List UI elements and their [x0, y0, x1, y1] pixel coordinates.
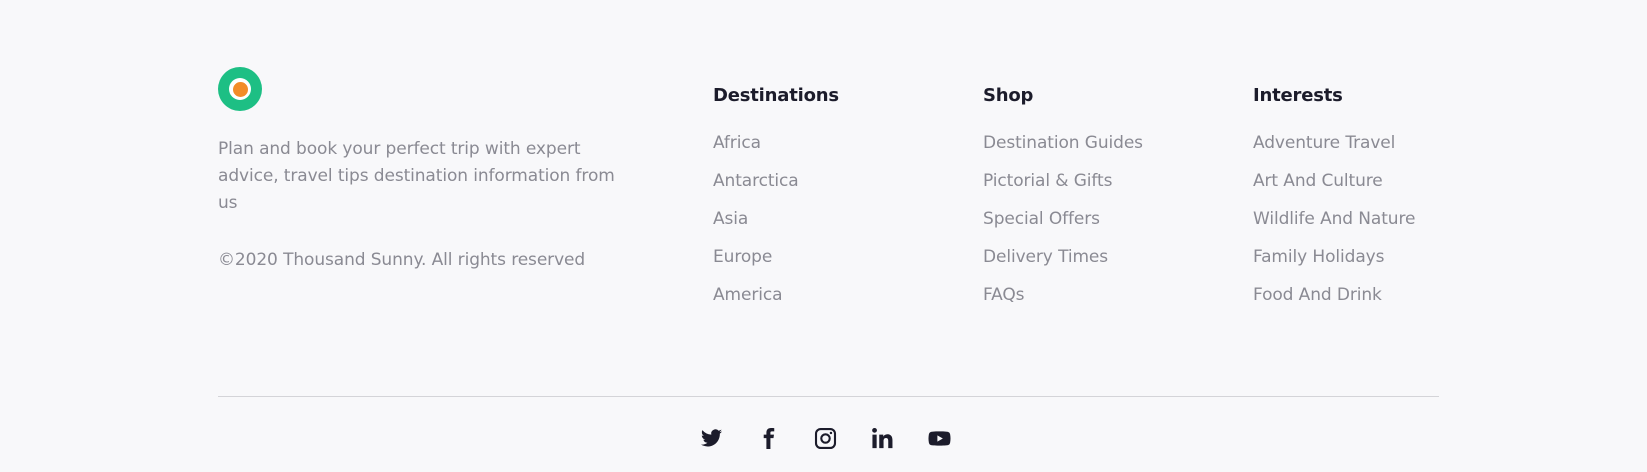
- shop-link-list: Destination Guides Pictorial & Gifts Spe…: [983, 131, 1143, 321]
- youtube-icon[interactable]: [928, 427, 951, 450]
- footer-link-america[interactable]: America: [713, 283, 839, 321]
- logo-core-dot: [232, 81, 248, 97]
- linkedin-icon[interactable]: [871, 427, 894, 450]
- footer-link-pictorial-gifts[interactable]: Pictorial & Gifts: [983, 169, 1143, 207]
- instagram-icon[interactable]: [814, 427, 837, 450]
- column-heading-interests: Interests: [1253, 85, 1343, 106]
- site-footer: Plan and book your perfect trip with exp…: [0, 0, 1647, 472]
- copyright-text: ©2020 Thousand Sunny. All rights reserve…: [218, 250, 586, 270]
- footer-link-faqs[interactable]: FAQs: [983, 283, 1143, 321]
- footer-column-shop: Shop Destination Guides Pictorial & Gift…: [983, 83, 1143, 321]
- facebook-icon[interactable]: [757, 427, 780, 450]
- footer-link-delivery-times[interactable]: Delivery Times: [983, 245, 1143, 283]
- column-heading-shop: Shop: [983, 85, 1034, 106]
- footer-tagline: Plan and book your perfect trip with exp…: [218, 139, 615, 213]
- twitter-icon[interactable]: [700, 427, 723, 450]
- footer-link-destination-guides[interactable]: Destination Guides: [983, 131, 1143, 169]
- footer-link-art-and-culture[interactable]: Art And Culture: [1253, 169, 1415, 207]
- social-links: [700, 427, 951, 450]
- footer-brand: Plan and book your perfect trip with exp…: [218, 67, 638, 270]
- logo-inner-ring: [229, 78, 251, 100]
- footer-link-asia[interactable]: Asia: [713, 207, 839, 245]
- column-heading-destinations: Destinations: [713, 85, 839, 106]
- footer-link-africa[interactable]: Africa: [713, 131, 839, 169]
- footer-link-europe[interactable]: Europe: [713, 245, 839, 283]
- footer-link-special-offers[interactable]: Special Offers: [983, 207, 1143, 245]
- destinations-link-list: Africa Antarctica Asia Europe America: [713, 131, 839, 321]
- footer-divider: [218, 396, 1439, 397]
- footer-link-food-and-drink[interactable]: Food And Drink: [1253, 283, 1415, 321]
- logo[interactable]: [218, 67, 262, 111]
- footer-column-interests: Interests Adventure Travel Art And Cultu…: [1253, 83, 1415, 321]
- footer-link-family-holidays[interactable]: Family Holidays: [1253, 245, 1415, 283]
- footer-column-destinations: Destinations Africa Antarctica Asia Euro…: [713, 83, 839, 321]
- interests-link-list: Adventure Travel Art And Culture Wildlif…: [1253, 131, 1415, 321]
- footer-link-wildlife-and-nature[interactable]: Wildlife And Nature: [1253, 207, 1415, 245]
- footer-link-adventure-travel[interactable]: Adventure Travel: [1253, 131, 1415, 169]
- footer-link-antarctica[interactable]: Antarctica: [713, 169, 839, 207]
